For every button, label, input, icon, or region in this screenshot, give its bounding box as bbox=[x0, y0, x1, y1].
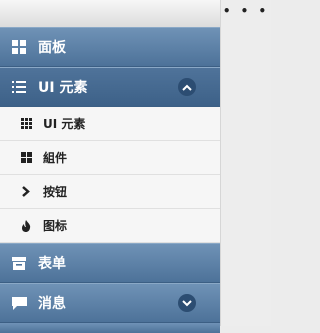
nav-item-messages[interactable]: 消息 bbox=[0, 283, 220, 323]
subnav-item-icons[interactable]: 图标 bbox=[0, 209, 220, 243]
small-grid-icon bbox=[19, 118, 33, 129]
nav-item-label: 消息 bbox=[38, 296, 66, 312]
subnav-item-buttons[interactable]: 按钮 bbox=[0, 175, 220, 209]
chevron-right-icon bbox=[19, 186, 33, 197]
chevron-up-icon[interactable] bbox=[178, 78, 196, 96]
subnav-item-widgets[interactable]: 組件 bbox=[0, 141, 220, 175]
nav-item-label: 面板 bbox=[38, 40, 66, 56]
chat-icon bbox=[10, 296, 28, 310]
next-nav-item-partial bbox=[0, 323, 220, 333]
more-dots-icon[interactable]: • • • bbox=[221, 4, 271, 18]
chevron-down-icon[interactable] bbox=[178, 294, 196, 312]
content-area: • • • bbox=[220, 0, 271, 326]
sidebar: 面板 UI 元素 UI 元素 組件 按钮 图标 表单 消息 bbox=[0, 27, 220, 333]
inbox-icon bbox=[10, 256, 28, 270]
nav-item-dashboard[interactable]: 面板 bbox=[0, 27, 220, 67]
flame-icon bbox=[19, 219, 33, 232]
nav-item-ui-elements[interactable]: UI 元素 bbox=[0, 67, 220, 107]
top-bar bbox=[0, 0, 220, 28]
subnav-item-ui-elements[interactable]: UI 元素 bbox=[0, 107, 220, 141]
list-icon bbox=[10, 81, 28, 93]
subnav-item-label: 图标 bbox=[43, 219, 68, 233]
grid-icon bbox=[19, 152, 33, 163]
subnav-item-label: 組件 bbox=[43, 151, 68, 165]
nav-item-label: 表单 bbox=[38, 256, 66, 272]
grid-icon bbox=[10, 40, 28, 54]
subnav-item-label: 按钮 bbox=[43, 185, 68, 199]
nav-item-forms[interactable]: 表单 bbox=[0, 243, 220, 283]
subnav-item-label: UI 元素 bbox=[43, 117, 86, 131]
nav-item-label: UI 元素 bbox=[38, 80, 88, 96]
